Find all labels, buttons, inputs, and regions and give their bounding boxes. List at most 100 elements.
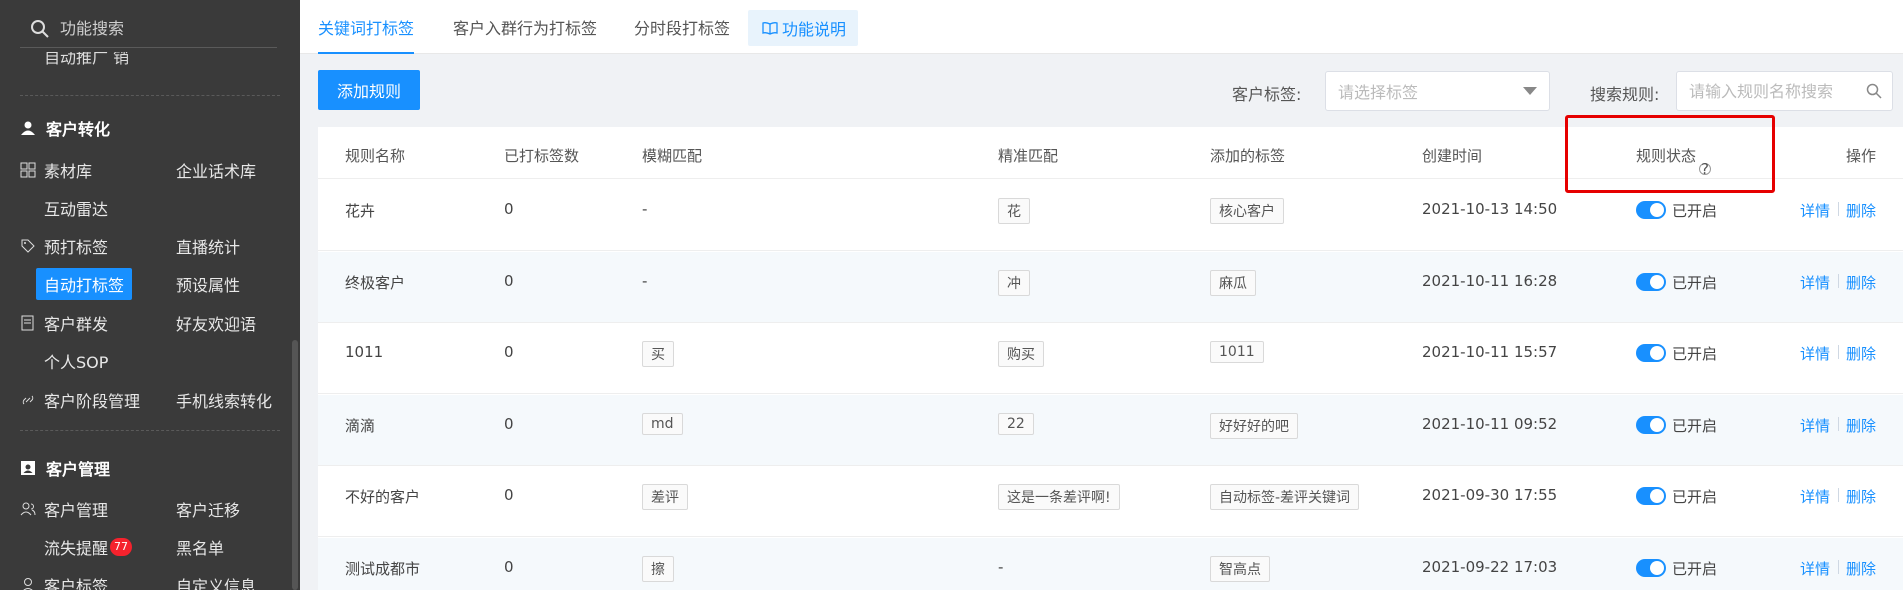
sidebar-scrollbar[interactable]: [292, 340, 298, 590]
detail-link[interactable]: 详情: [1800, 486, 1830, 507]
sidebar: 自动推广 销 客户转化 素材库 企业话术库 互动雷达 预打标签 直播统计 自动打…: [0, 0, 300, 590]
sidebar-item-welcome[interactable]: 好友欢迎语: [176, 307, 256, 339]
rule-name: 1011: [345, 343, 384, 361]
tag-select-placeholder: 请选择标签: [1338, 83, 1419, 102]
tag-icon: [21, 239, 35, 253]
status-text: 已开启: [1672, 273, 1718, 292]
action-divider: [1838, 416, 1839, 431]
tab-help[interactable]: 功能说明: [748, 10, 858, 46]
exact-keyword: 这是一条差评啊!: [998, 484, 1120, 510]
table-row: 终极客户 0 - 冲 麻瓜 2021-10-11 16:28 已开启 详情 删除: [318, 251, 1903, 323]
sidebar-item-materials[interactable]: 素材库: [20, 154, 92, 186]
search-icon[interactable]: [1866, 83, 1882, 99]
contact-card-icon: [21, 461, 35, 475]
delete-link[interactable]: 删除: [1846, 272, 1876, 293]
delete-link[interactable]: 删除: [1846, 486, 1876, 507]
detail-link[interactable]: 详情: [1800, 272, 1830, 293]
delete-link[interactable]: 删除: [1846, 415, 1876, 436]
sidebar-item-label: 客户群发: [44, 315, 109, 334]
col-created: 创建时间: [1422, 147, 1483, 165]
action-divider: [1838, 273, 1839, 288]
added-tag: 麻瓜: [1210, 269, 1256, 296]
status-text: 已开启: [1672, 559, 1718, 578]
divider: [20, 430, 280, 431]
added-tag: 自动标签-差评关键词: [1210, 484, 1360, 510]
status-toggle[interactable]: [1636, 415, 1666, 434]
sidebar-search-input[interactable]: [60, 19, 260, 38]
divider: [20, 95, 280, 96]
delete-link[interactable]: 删除: [1846, 558, 1876, 579]
delete-link[interactable]: 删除: [1846, 200, 1876, 221]
tagged-count: 0: [504, 200, 514, 218]
tagged-count: 0: [504, 557, 514, 576]
tag-select[interactable]: 请选择标签: [1325, 71, 1550, 111]
sidebar-item-interactive-radar[interactable]: 互动雷达: [44, 192, 108, 224]
created-time: 2021-09-30 17:55: [1422, 486, 1558, 504]
rule-name: 滴滴: [345, 416, 376, 435]
tab-keyword[interactable]: 关键词打标签: [318, 0, 415, 54]
created-time: 2021-10-13 14:50: [1422, 200, 1558, 218]
exact-keyword: 22: [998, 412, 1034, 435]
col-fuzzy: 模糊匹配: [642, 147, 703, 165]
sidebar-item-auto-tag[interactable]: 自动打标签: [36, 268, 133, 300]
sidebar-item-blacklist[interactable]: 黑名单: [176, 531, 224, 563]
exact-keyword: 购买: [998, 341, 1044, 367]
tag-filter-label: 客户标签:: [1232, 85, 1302, 104]
detail-link[interactable]: 详情: [1800, 415, 1830, 436]
col-exact: 精准匹配: [998, 147, 1059, 165]
grid-icon: [20, 162, 36, 178]
sidebar-item-personal-sop[interactable]: 个人SOP: [44, 345, 108, 377]
fuzzy-keyword: -: [642, 200, 648, 218]
status-toggle[interactable]: [1636, 272, 1666, 291]
sidebar-item-cut[interactable]: 自动推广 销: [44, 52, 129, 70]
added-tag: 智高点: [1210, 555, 1270, 582]
detail-link[interactable]: 详情: [1800, 343, 1830, 364]
sidebar-item-customer-mgmt[interactable]: 客户管理: [20, 493, 108, 525]
rules-table: 规则名称 已打标签数 模糊匹配 精准匹配 添加的标签 创建时间 规则状态? 操作…: [318, 127, 1903, 590]
add-rule-button[interactable]: 添加规则: [318, 70, 420, 110]
tagged-count: 0: [504, 271, 514, 290]
sidebar-item-enterprise-scripts[interactable]: 企业话术库: [176, 154, 256, 186]
col-tagged-count: 已打标签数: [504, 147, 580, 165]
status-text: 已开启: [1672, 416, 1718, 435]
detail-link[interactable]: 详情: [1800, 558, 1830, 579]
status-toggle[interactable]: [1636, 487, 1666, 505]
action-divider: [1838, 488, 1839, 502]
exact-keyword: 冲: [998, 269, 1030, 296]
sidebar-item-custom-info[interactable]: 自定义信息: [176, 569, 256, 590]
tab-time-slot[interactable]: 分时段打标签: [634, 0, 730, 54]
sidebar-item-phone-leads[interactable]: 手机线索转化: [176, 384, 272, 416]
sidebar-item-label: 预打标签: [44, 238, 109, 257]
sidebar-item-mass-send[interactable]: 客户群发: [20, 307, 108, 339]
sidebar-item-label: 流失提醒: [44, 539, 109, 558]
sidebar-item-preset-attrs[interactable]: 预设属性: [176, 268, 240, 300]
rule-name: 花卉: [345, 202, 376, 220]
status-highlight-box: [1565, 115, 1775, 193]
book-icon: [762, 22, 778, 35]
delete-link[interactable]: 删除: [1846, 343, 1876, 364]
status-toggle[interactable]: [1636, 344, 1666, 362]
sidebar-group-label: 客户管理: [46, 460, 111, 479]
rule-search-input[interactable]: [1689, 81, 1859, 101]
sidebar-item-churn-alert[interactable]: 流失提醒 77: [44, 531, 133, 563]
status-toggle[interactable]: [1636, 201, 1666, 219]
fuzzy-keyword: 擦: [642, 555, 674, 582]
sidebar-item-live-stats[interactable]: 直播统计: [176, 230, 240, 262]
rule-name: 测试成都市: [345, 559, 421, 578]
rule-search[interactable]: [1676, 71, 1893, 111]
sidebar-item-customer-migrate[interactable]: 客户迁移: [176, 493, 240, 525]
sidebar-item-stage-mgmt[interactable]: 客户阶段管理: [20, 384, 140, 416]
sidebar-item-label: 客户标签: [44, 577, 109, 590]
link-icon: [22, 395, 34, 405]
rule-name: 不好的客户: [345, 488, 421, 506]
detail-link[interactable]: 详情: [1800, 200, 1830, 221]
col-name: 规则名称: [345, 147, 406, 165]
sidebar-item-customer-tags[interactable]: 客户标签: [20, 569, 108, 590]
sidebar-item-label: 客户管理: [44, 501, 109, 520]
sidebar-item-pre-tag[interactable]: 预打标签: [20, 230, 108, 262]
exact-keyword: 花: [998, 198, 1030, 224]
status-toggle[interactable]: [1636, 558, 1666, 577]
tab-join-group[interactable]: 客户入群行为打标签: [453, 0, 597, 54]
sidebar-search[interactable]: [20, 10, 277, 48]
tagged-count: 0: [504, 414, 514, 433]
